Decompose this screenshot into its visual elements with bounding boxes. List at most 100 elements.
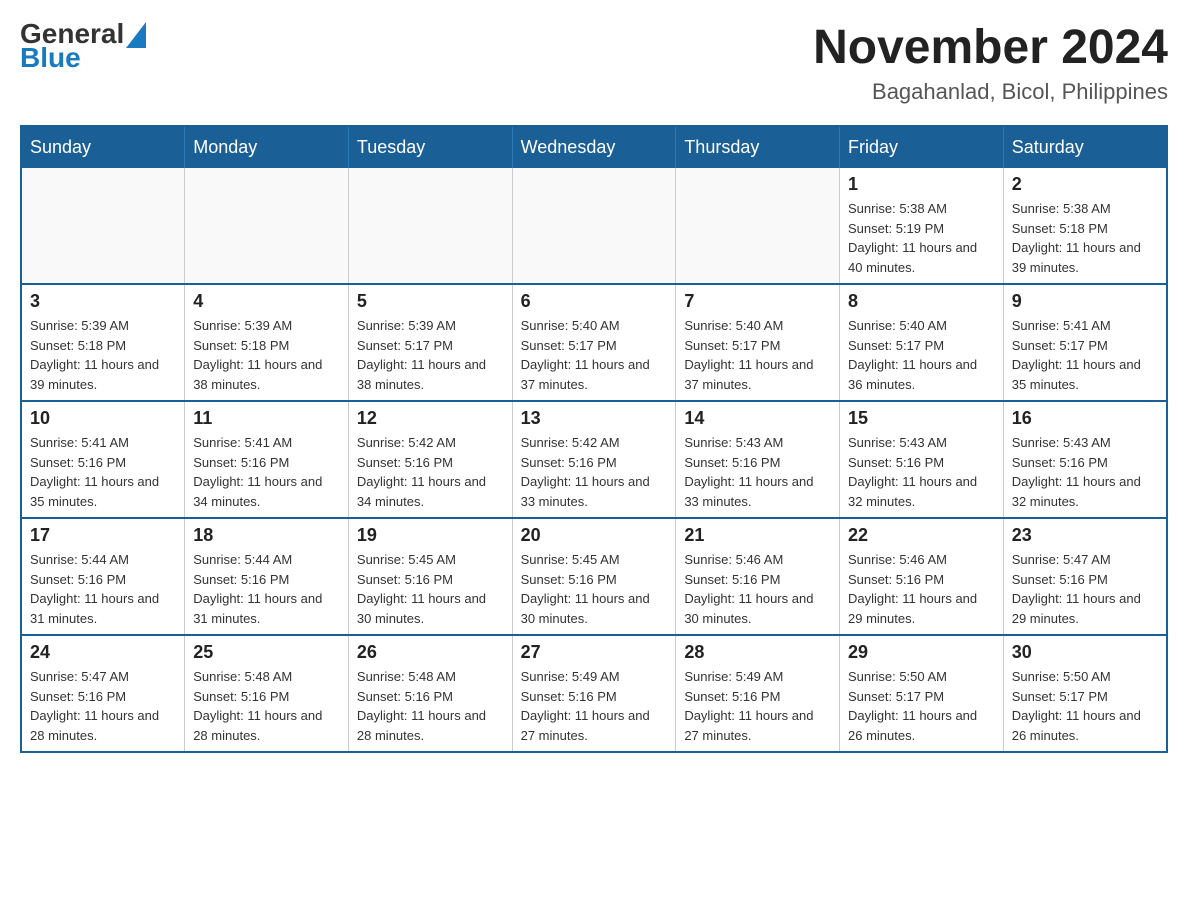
day-number: 13 xyxy=(521,408,668,429)
day-number: 8 xyxy=(848,291,995,312)
calendar-cell: 2Sunrise: 5:38 AMSunset: 5:18 PMDaylight… xyxy=(1003,168,1167,284)
day-number: 20 xyxy=(521,525,668,546)
day-number: 17 xyxy=(30,525,176,546)
calendar-week-row: 10 Sunrise: 5:41 AMSunset: 5:16 PMDayligh… xyxy=(21,401,1167,518)
weekday-header-thursday: Thursday xyxy=(676,126,840,168)
calendar-cell: 1Sunrise: 5:38 AMSunset: 5:19 PMDaylight… xyxy=(840,168,1004,284)
day-info: Sunrise: 5:44 AMSunset: 5:16 PMDaylight:… xyxy=(193,550,340,628)
calendar-cell: 28Sunrise: 5:49 AMSunset: 5:16 PMDayligh… xyxy=(676,635,840,752)
day-info: Sunrise: 5:41 AMSunset: 5:17 PMDaylight:… xyxy=(1012,316,1158,394)
calendar-cell: 15 Sunrise: 5:43 AMSunset: 5:16 PMDayligh… xyxy=(840,401,1004,518)
day-info: Sunrise: 5:41 AMSunset: 5:16 PMDaylight:… xyxy=(30,433,176,511)
day-number: 11 xyxy=(193,408,340,429)
weekday-header-saturday: Saturday xyxy=(1003,126,1167,168)
day-info: Sunrise: 5:39 AMSunset: 5:18 PMDaylight:… xyxy=(30,316,176,394)
title-section: November 2024 Bagahanlad, Bicol, Philipp… xyxy=(813,20,1168,105)
day-number: 26 xyxy=(357,642,504,663)
calendar-cell: 3 Sunrise: 5:39 AMSunset: 5:18 PMDaylight… xyxy=(21,284,185,401)
calendar-cell: 11 Sunrise: 5:41 AMSunset: 5:16 PMDayligh… xyxy=(185,401,349,518)
day-info: Sunrise: 5:50 AMSunset: 5:17 PMDaylight:… xyxy=(848,667,995,745)
day-info: Sunrise: 5:41 AMSunset: 5:16 PMDaylight:… xyxy=(193,433,340,511)
calendar-cell: 7 Sunrise: 5:40 AMSunset: 5:17 PMDaylight… xyxy=(676,284,840,401)
day-info: Sunrise: 5:48 AMSunset: 5:16 PMDaylight:… xyxy=(193,667,340,745)
day-number: 21 xyxy=(684,525,831,546)
day-number: 27 xyxy=(521,642,668,663)
calendar-cell: 9 Sunrise: 5:41 AMSunset: 5:17 PMDaylight… xyxy=(1003,284,1167,401)
calendar-cell: 23 Sunrise: 5:47 AMSunset: 5:16 PMDayligh… xyxy=(1003,518,1167,635)
day-number: 15 xyxy=(848,408,995,429)
day-number: 19 xyxy=(357,525,504,546)
day-number: 24 xyxy=(30,642,176,663)
calendar-week-row: 24 Sunrise: 5:47 AMSunset: 5:16 PMDayligh… xyxy=(21,635,1167,752)
calendar-week-row: 3 Sunrise: 5:39 AMSunset: 5:18 PMDaylight… xyxy=(21,284,1167,401)
month-title: November 2024 xyxy=(813,20,1168,75)
calendar-cell: 4 Sunrise: 5:39 AMSunset: 5:18 PMDaylight… xyxy=(185,284,349,401)
location-title: Bagahanlad, Bicol, Philippines xyxy=(813,79,1168,105)
calendar-week-row: 1Sunrise: 5:38 AMSunset: 5:19 PMDaylight… xyxy=(21,168,1167,284)
day-number: 25 xyxy=(193,642,340,663)
weekday-header-wednesday: Wednesday xyxy=(512,126,676,168)
day-number: 7 xyxy=(684,291,831,312)
day-info: Sunrise: 5:42 AMSunset: 5:16 PMDaylight:… xyxy=(521,433,668,511)
day-number: 18 xyxy=(193,525,340,546)
calendar-cell: 24 Sunrise: 5:47 AMSunset: 5:16 PMDayligh… xyxy=(21,635,185,752)
calendar-cell xyxy=(348,168,512,284)
day-info: Sunrise: 5:43 AMSunset: 5:16 PMDaylight:… xyxy=(1012,433,1158,511)
calendar-cell: 17 Sunrise: 5:44 AMSunset: 5:16 PMDayligh… xyxy=(21,518,185,635)
weekday-header-sunday: Sunday xyxy=(21,126,185,168)
day-number: 4 xyxy=(193,291,340,312)
day-number: 6 xyxy=(521,291,668,312)
day-info: Sunrise: 5:44 AMSunset: 5:16 PMDaylight:… xyxy=(30,550,176,628)
day-number: 22 xyxy=(848,525,995,546)
day-info: Sunrise: 5:39 AMSunset: 5:17 PMDaylight:… xyxy=(357,316,504,394)
day-info: Sunrise: 5:42 AMSunset: 5:16 PMDaylight:… xyxy=(357,433,504,511)
calendar-header-row: SundayMondayTuesdayWednesdayThursdayFrid… xyxy=(21,126,1167,168)
day-info: Sunrise: 5:40 AMSunset: 5:17 PMDaylight:… xyxy=(521,316,668,394)
day-number: 9 xyxy=(1012,291,1158,312)
calendar-cell: 26 Sunrise: 5:48 AMSunset: 5:16 PMDayligh… xyxy=(348,635,512,752)
calendar-cell: 12Sunrise: 5:42 AMSunset: 5:16 PMDayligh… xyxy=(348,401,512,518)
day-info: Sunrise: 5:39 AMSunset: 5:18 PMDaylight:… xyxy=(193,316,340,394)
calendar-cell: 13 Sunrise: 5:42 AMSunset: 5:16 PMDayligh… xyxy=(512,401,676,518)
calendar-cell xyxy=(21,168,185,284)
day-info: Sunrise: 5:50 AMSunset: 5:17 PMDaylight:… xyxy=(1012,667,1158,745)
day-info: Sunrise: 5:47 AMSunset: 5:16 PMDaylight:… xyxy=(30,667,176,745)
calendar-cell xyxy=(676,168,840,284)
day-info: Sunrise: 5:38 AMSunset: 5:18 PMDaylight:… xyxy=(1012,199,1158,277)
day-number: 30 xyxy=(1012,642,1158,663)
day-info: Sunrise: 5:46 AMSunset: 5:16 PMDaylight:… xyxy=(848,550,995,628)
weekday-header-friday: Friday xyxy=(840,126,1004,168)
calendar-cell: 16Sunrise: 5:43 AMSunset: 5:16 PMDayligh… xyxy=(1003,401,1167,518)
day-info: Sunrise: 5:43 AMSunset: 5:16 PMDaylight:… xyxy=(684,433,831,511)
calendar-cell: 19 Sunrise: 5:45 AMSunset: 5:16 PMDayligh… xyxy=(348,518,512,635)
calendar-cell: 14 Sunrise: 5:43 AMSunset: 5:16 PMDayligh… xyxy=(676,401,840,518)
day-number: 14 xyxy=(684,408,831,429)
weekday-header-monday: Monday xyxy=(185,126,349,168)
page-header: General Blue November 2024 Bagahanlad, B… xyxy=(20,20,1168,105)
calendar-cell: 5 Sunrise: 5:39 AMSunset: 5:17 PMDaylight… xyxy=(348,284,512,401)
day-info: Sunrise: 5:48 AMSunset: 5:16 PMDaylight:… xyxy=(357,667,504,745)
day-info: Sunrise: 5:49 AMSunset: 5:16 PMDaylight:… xyxy=(521,667,668,745)
day-number: 10 xyxy=(30,408,176,429)
day-info: Sunrise: 5:40 AMSunset: 5:17 PMDaylight:… xyxy=(684,316,831,394)
day-number: 28 xyxy=(684,642,831,663)
day-info: Sunrise: 5:46 AMSunset: 5:16 PMDaylight:… xyxy=(684,550,831,628)
logo-text: General Blue xyxy=(20,20,146,72)
calendar-cell: 18 Sunrise: 5:44 AMSunset: 5:16 PMDayligh… xyxy=(185,518,349,635)
calendar-cell: 25 Sunrise: 5:48 AMSunset: 5:16 PMDayligh… xyxy=(185,635,349,752)
day-number: 5 xyxy=(357,291,504,312)
logo-blue-text: Blue xyxy=(20,44,146,72)
day-number: 3 xyxy=(30,291,176,312)
calendar-cell: 10 Sunrise: 5:41 AMSunset: 5:16 PMDayligh… xyxy=(21,401,185,518)
day-info: Sunrise: 5:47 AMSunset: 5:16 PMDaylight:… xyxy=(1012,550,1158,628)
calendar-cell: 6 Sunrise: 5:40 AMSunset: 5:17 PMDaylight… xyxy=(512,284,676,401)
day-number: 23 xyxy=(1012,525,1158,546)
day-info: Sunrise: 5:43 AMSunset: 5:16 PMDaylight:… xyxy=(848,433,995,511)
weekday-header-tuesday: Tuesday xyxy=(348,126,512,168)
calendar-cell: 20Sunrise: 5:45 AMSunset: 5:16 PMDayligh… xyxy=(512,518,676,635)
calendar-cell xyxy=(185,168,349,284)
day-info: Sunrise: 5:40 AMSunset: 5:17 PMDaylight:… xyxy=(848,316,995,394)
calendar-cell: 29Sunrise: 5:50 AMSunset: 5:17 PMDayligh… xyxy=(840,635,1004,752)
day-info: Sunrise: 5:45 AMSunset: 5:16 PMDaylight:… xyxy=(357,550,504,628)
calendar-table: SundayMondayTuesdayWednesdayThursdayFrid… xyxy=(20,125,1168,753)
